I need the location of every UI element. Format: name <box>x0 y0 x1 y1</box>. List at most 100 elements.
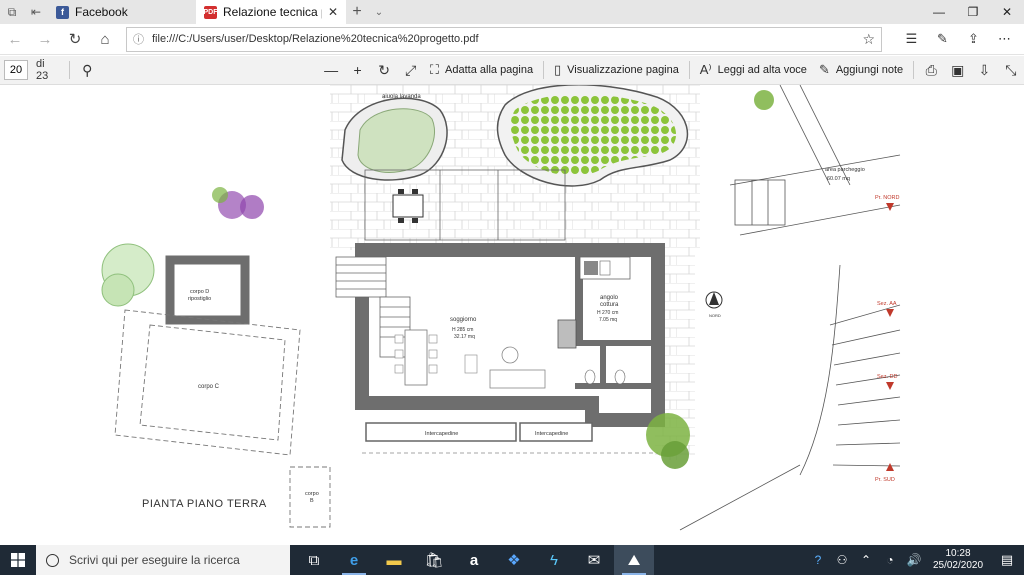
close-window-button[interactable]: ✕ <box>990 0 1024 24</box>
favorites-hub-icon[interactable]: ☰ <box>896 24 927 54</box>
save-icon[interactable]: ▣ <box>945 56 972 85</box>
network-icon[interactable]: ◔ <box>878 545 902 575</box>
plan-title: PIANTA PIANO TERRA <box>142 498 267 510</box>
tab-title: Relazione tecnica proge <box>223 5 322 19</box>
read-aloud-icon: A⁾ <box>699 62 712 77</box>
tab-pdf[interactable]: PDF Relazione tecnica proge ✕ <box>196 0 346 24</box>
intercapedine-label-1: Intercapedine <box>425 431 458 437</box>
rotate-icon[interactable]: ↻ <box>371 56 398 85</box>
pdf-icon: PDF <box>204 5 218 19</box>
dropbox-icon[interactable]: ❖ <box>494 545 534 575</box>
taskbar-search-box[interactable]: Scrivi qui per eseguire la ricerca <box>36 545 290 575</box>
photos-icon[interactable]: ⛰ <box>614 545 654 575</box>
cottura-label: cottura <box>600 302 619 308</box>
people-icon[interactable]: ⚇ <box>830 545 854 575</box>
task-view-icon[interactable]: ⧉ <box>294 545 334 575</box>
dining-table <box>404 329 428 386</box>
file-info-icon[interactable]: ⓘ <box>133 31 144 47</box>
share-icon[interactable]: ⇪ <box>958 24 989 54</box>
corpo-b-label: corpo <box>305 491 319 497</box>
start-button[interactable] <box>0 545 36 575</box>
corpo-c-label: corpo C <box>198 384 220 390</box>
windows-taskbar: Scrivi qui per eseguire la ricerca ⧉ e ▬… <box>0 545 1024 575</box>
divider <box>913 61 915 79</box>
favorite-star-icon[interactable]: ☆ <box>862 31 875 48</box>
zoom-out-icon[interactable]: — <box>318 56 345 85</box>
tab-title: Facebook <box>75 5 128 19</box>
tab-bar: ⧉ ⇤ f Facebook PDF Relazione tecnica pro… <box>0 0 1024 24</box>
app-bolt-icon[interactable]: ϟ <box>534 545 574 575</box>
set-aside-tabs-icon[interactable]: ⧉ <box>0 0 24 24</box>
minimize-button[interactable]: — <box>922 0 956 24</box>
corpo-b-label-2: B <box>310 498 314 504</box>
tabs-aside-icon[interactable]: ⇤ <box>24 0 48 24</box>
floor-plan-drawing: aiuola lavanda soggiorno H 285 cm 32.17 … <box>101 85 901 531</box>
fit-page-label: Adatta alla pagina <box>445 64 534 76</box>
read-aloud-label: Leggi ad alta voce <box>717 64 807 76</box>
store-icon[interactable]: 🛍 <box>414 545 454 575</box>
sez-aa-label: Sez. AA <box>877 301 897 307</box>
pdf-viewer[interactable]: aiuola lavanda soggiorno H 285 cm 32.17 … <box>0 85 1024 545</box>
help-icon[interactable]: ? <box>806 545 830 575</box>
volume-icon[interactable]: 🔊 <box>902 545 926 575</box>
restore-button[interactable]: ❐ <box>956 0 990 24</box>
patio-table <box>392 194 424 218</box>
show-hidden-icons-chevron-icon[interactable]: ⌃ <box>854 545 878 575</box>
action-center-icon[interactable]: ▤ <box>990 545 1024 575</box>
close-tab-icon[interactable]: ✕ <box>328 5 338 19</box>
clock[interactable]: 10:28 25/02/2020 <box>926 545 990 575</box>
parking-label: area parcheggio <box>825 167 865 173</box>
home-button[interactable]: ⌂ <box>90 24 120 54</box>
address-bar[interactable]: ⓘ file:///C:/Users/user/Desktop/Relazion… <box>126 26 882 52</box>
page-view-label: Visualizzazione pagina <box>567 64 679 76</box>
search-icon[interactable]: ⚲ <box>74 56 101 85</box>
pdf-toolbar: di 23 ⚲ — + ↻ ⤢ ⛶ Adatta alla pagina ▯ V… <box>0 56 1024 85</box>
cortana-icon <box>46 553 59 567</box>
add-notes-button[interactable]: ✎ Aggiungi note <box>813 56 909 85</box>
toilet <box>584 369 596 385</box>
tab-facebook[interactable]: f Facebook <box>48 0 196 24</box>
divider <box>69 61 70 79</box>
north-label: NORD <box>709 313 721 318</box>
edge-icon[interactable]: e <box>334 545 374 575</box>
add-notes-label: Aggiungi note <box>835 64 904 76</box>
web-note-icon[interactable]: ✎ <box>927 24 958 54</box>
section-markers: Pr. NORD Sez. AA Sez. DD Pr. SUD <box>875 195 899 483</box>
read-aloud-button[interactable]: A⁾ Leggi ad alta voce <box>694 56 813 85</box>
page-view-icon: ▯ <box>554 62 562 77</box>
cottura-height: H 270 cm <box>597 310 618 316</box>
forward-button[interactable]: → <box>30 24 60 54</box>
intercapedine-label-2: Intercapedine <box>535 431 568 437</box>
window-controls: — ❐ ✕ <box>922 0 1024 24</box>
zoom-in-icon[interactable]: + <box>344 56 371 85</box>
clock-time: 10:28 <box>945 548 971 559</box>
soggiorno-height: H 285 cm <box>452 327 473 333</box>
facebook-icon: f <box>56 5 69 19</box>
tab-list-chevron-icon[interactable]: ⌄ <box>368 0 390 24</box>
file-explorer-icon[interactable]: ▬ <box>374 545 414 575</box>
save-as-icon[interactable]: ⇩ <box>971 56 998 85</box>
sofa <box>489 369 546 389</box>
amazon-icon[interactable]: a <box>454 545 494 575</box>
refresh-button[interactable]: ↻ <box>60 24 90 54</box>
new-tab-button[interactable]: + <box>346 0 368 24</box>
soggiorno-label: soggiorno <box>450 317 477 323</box>
print-icon[interactable]: ⎙ <box>918 56 945 85</box>
fullscreen-icon[interactable]: ⤢ <box>397 56 424 85</box>
mail-icon[interactable]: ✉ <box>574 545 614 575</box>
page-number-input[interactable] <box>4 60 28 80</box>
sez-dd-label: Sez. DD <box>877 374 898 380</box>
cottura-area: 7.05 mq <box>599 317 617 323</box>
navigation-bar: ← → ↻ ⌂ ⓘ file:///C:/Users/user/Desktop/… <box>0 24 1024 55</box>
fit-page-icon: ⛶ <box>429 62 440 77</box>
divider <box>543 61 544 79</box>
search-placeholder: Scrivi qui per eseguire la ricerca <box>69 553 240 567</box>
back-button[interactable]: ← <box>0 24 30 54</box>
aiuola-label: aiuola lavanda <box>382 94 421 100</box>
page-view-button[interactable]: ▯ Visualizzazione pagina <box>548 56 685 85</box>
angolo-label: angolo <box>600 295 619 301</box>
pin-toolbar-icon[interactable]: ⤡ <box>998 56 1024 85</box>
corpo-b <box>289 466 331 528</box>
fit-page-button[interactable]: ⛶ Adatta alla pagina <box>424 56 539 85</box>
more-options-icon[interactable]: ⋯ <box>989 24 1020 54</box>
